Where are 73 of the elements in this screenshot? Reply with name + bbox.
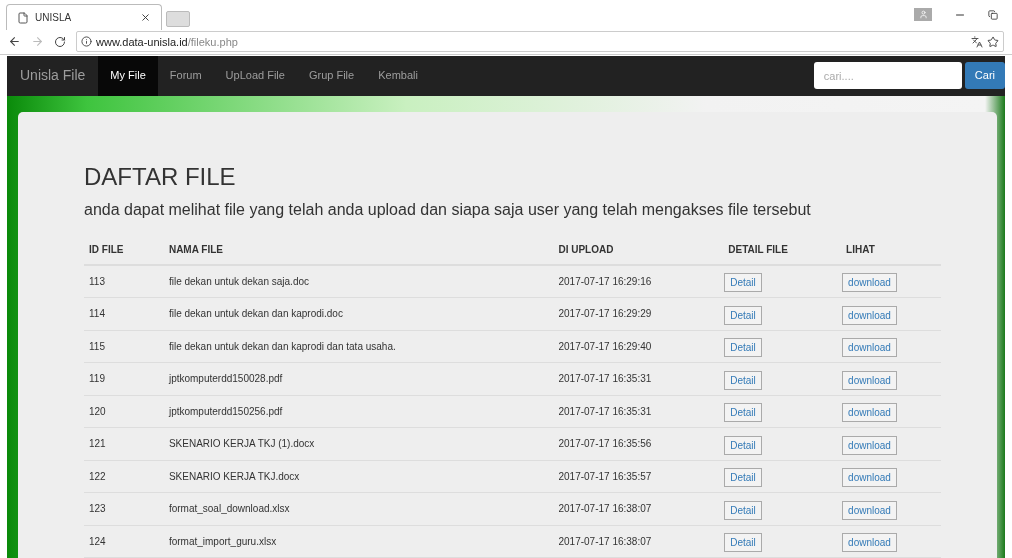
download-button[interactable]: download xyxy=(842,403,897,423)
page-icon xyxy=(17,11,29,24)
table-cell-text: 122 xyxy=(88,469,107,484)
restore-icon[interactable] xyxy=(988,9,998,20)
column-header: LIHAT xyxy=(845,243,876,257)
detail-button[interactable]: Detail xyxy=(724,468,762,488)
tab-title: UNISLA xyxy=(35,11,73,26)
table-cell-text: 115 xyxy=(88,339,106,354)
table-cell-text: SKENARIO KERJA TKJ.docx xyxy=(167,469,301,484)
table-cell-text: file dekan untuk dekan saja.doc xyxy=(167,274,310,289)
reload-icon[interactable] xyxy=(54,35,66,48)
detail-button[interactable]: Detail xyxy=(724,338,762,358)
table-cell-text: file dekan untuk dekan dan kaprodi.doc xyxy=(167,307,344,322)
detail-button[interactable]: Detail xyxy=(724,305,762,325)
table-cell-text: jptkomputerdd150256.pdf xyxy=(167,404,284,419)
table-cell-text: 2017-07-17 16:35:31 xyxy=(557,404,653,419)
table-cell-text: 2017-07-17 16:29:40 xyxy=(557,339,653,354)
url-host: www.data-unisla.id xyxy=(96,34,188,50)
table-cell-text: 2017-07-17 16:35:57 xyxy=(557,469,653,484)
download-button[interactable]: download xyxy=(842,435,897,455)
table-cell-text: 119 xyxy=(88,372,106,387)
download-button[interactable]: download xyxy=(842,305,897,325)
column-header: DI UPLOAD xyxy=(557,243,615,257)
info-icon xyxy=(81,36,92,48)
table-cell-text: file dekan untuk dekan dan kaprodi dan tata usaha. xyxy=(167,339,397,354)
nav-link[interactable]: Kembali xyxy=(366,55,430,96)
table-cell-text: 2017-07-17 16:29:16 xyxy=(557,274,653,289)
table-cell-text: 124 xyxy=(88,534,107,549)
download-button[interactable]: download xyxy=(842,500,897,520)
detail-button[interactable]: Detail xyxy=(724,273,762,293)
download-button[interactable]: download xyxy=(842,533,897,553)
brand[interactable]: Unisla File xyxy=(7,65,99,86)
nav-link[interactable]: My File xyxy=(98,55,158,96)
url-path: /fileku.php xyxy=(187,34,238,50)
table-cell-text: 113 xyxy=(88,274,106,289)
download-button[interactable]: download xyxy=(842,338,897,358)
detail-button[interactable]: Detail xyxy=(724,403,762,423)
search-button[interactable]: Cari xyxy=(964,62,1005,89)
table-cell-text: 114 xyxy=(88,307,106,322)
translate-icon[interactable] xyxy=(971,35,983,48)
table-cell-text: 2017-07-17 16:38:07 xyxy=(557,534,653,549)
table-cell-text: SKENARIO KERJA TKJ (1).docx xyxy=(167,437,316,452)
table-cell-text: 2017-07-17 16:29:29 xyxy=(557,307,653,322)
column-header: DETAIL FILE xyxy=(727,243,789,257)
page-title: DAFTAR FILE xyxy=(84,161,237,192)
table-cell-text: format_soal_download.xlsx xyxy=(167,502,291,517)
column-header: ID FILE xyxy=(88,243,125,257)
table-cell-text: 121 xyxy=(88,437,107,452)
browser-tab[interactable]: UNISLA xyxy=(6,4,162,31)
back-icon[interactable] xyxy=(8,35,21,49)
nav-link[interactable]: Forum xyxy=(157,55,214,96)
table-cell-text: format_import_guru.xlsx xyxy=(167,534,278,549)
detail-button[interactable]: Detail xyxy=(724,533,762,553)
table-cell-text: 123 xyxy=(88,502,107,517)
search-field[interactable]: cari.... xyxy=(813,62,962,89)
table-cell-text: 2017-07-17 16:38:07 xyxy=(557,502,653,517)
table-cell-text: 120 xyxy=(88,404,107,419)
detail-button[interactable]: Detail xyxy=(724,370,762,390)
page-subtitle: anda dapat melihat file yang telah anda upload dan siapa saja user yang telah mengakses file tersebut xyxy=(84,199,812,220)
nav-link[interactable]: UpLoad File xyxy=(213,55,297,96)
bookmark-star-icon[interactable] xyxy=(987,35,999,48)
download-button[interactable]: download xyxy=(842,468,897,488)
download-button[interactable]: download xyxy=(842,273,897,293)
table-cell-text: 2017-07-17 16:35:31 xyxy=(557,372,653,387)
detail-button[interactable]: Detail xyxy=(724,435,762,455)
column-header: NAMA FILE xyxy=(167,243,224,257)
nav-link[interactable]: Grup File xyxy=(296,55,367,96)
download-button[interactable]: download xyxy=(842,370,897,390)
table-cell-text: 2017-07-17 16:35:56 xyxy=(557,437,653,452)
detail-button[interactable]: Detail xyxy=(724,500,762,520)
address-bar[interactable]: www.data-unisla.id/fileku.php xyxy=(76,31,1004,53)
close-icon[interactable] xyxy=(140,12,151,24)
table-cell-text: jptkomputerdd150028.pdf xyxy=(167,372,284,387)
